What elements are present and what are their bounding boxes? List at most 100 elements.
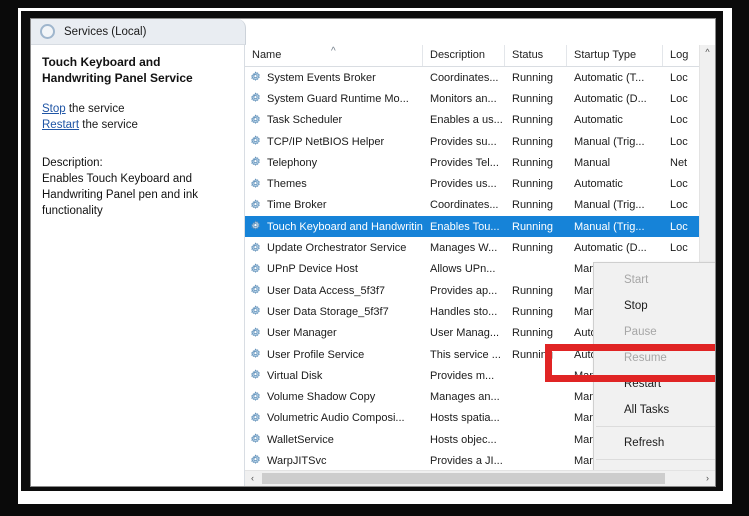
service-name-text: System Events Broker <box>267 71 376 84</box>
tab-services-local[interactable]: Services (Local) <box>31 19 246 45</box>
cell-startup-type: Manual (Trig... <box>574 135 645 148</box>
cell-name: User Profile Service <box>245 348 423 361</box>
cell-name: Touch Keyboard and Handwriting Panel Ser… <box>245 220 423 233</box>
restart-service-row: Restart the service <box>42 117 233 133</box>
cell-description: Enables Tou... <box>430 220 500 233</box>
cell-description: Hosts objec... <box>430 433 497 446</box>
cell-status: Running <box>512 156 553 169</box>
cell-description: Provides ap... <box>430 284 498 297</box>
service-gear-icon <box>249 71 262 84</box>
scroll-left-arrow-icon[interactable]: ‹ <box>245 471 260 486</box>
cell-status: Running <box>512 178 553 191</box>
stop-service-row: Stop the service <box>42 101 233 117</box>
cell-name: Themes <box>245 178 423 191</box>
cell-log-on: Loc <box>670 178 688 191</box>
cell-name: Volume Shadow Copy <box>245 391 423 404</box>
cell-name: User Data Access_5f3f7 <box>245 284 423 297</box>
menu-separator <box>596 426 715 427</box>
table-row[interactable]: TCP/IP NetBIOS Helper Provides su... Runni… <box>245 131 715 152</box>
cell-name: Telephony <box>245 156 423 169</box>
service-name-text: Themes <box>267 178 307 191</box>
service-name-text: WarpJITSvc <box>267 454 327 467</box>
service-name-text: UPnP Device Host <box>267 263 358 276</box>
cell-name: Update Orchestrator Service <box>245 242 423 255</box>
service-action-links: Stop the service Restart the service <box>42 101 233 133</box>
column-header-log-on[interactable]: Log <box>663 45 695 66</box>
context-menu-item-resume: Resume <box>594 345 715 371</box>
tab-services-local-label: Services (Local) <box>64 25 147 38</box>
context-menu-item-stop[interactable]: Stop <box>594 293 715 319</box>
cell-description: Enables a us... <box>430 114 503 127</box>
context-menu-item-label: Stop <box>624 300 648 312</box>
table-row[interactable]: Telephony Provides Tel... Running Manual Net <box>245 152 715 173</box>
table-row[interactable]: Task Scheduler Enables a us... Running Auto… <box>245 110 715 131</box>
table-row[interactable]: Update Orchestrator Service Manages W... R… <box>245 237 715 258</box>
cell-description: Hosts spatia... <box>430 412 500 425</box>
services-list-area: Name ^ Description Status Startup Type L… <box>245 45 715 470</box>
column-header-startup-type[interactable]: Startup Type <box>567 45 663 66</box>
cell-startup-type: Automatic (T... <box>574 71 645 84</box>
list-column-headers: Name ^ Description Status Startup Type L… <box>245 45 715 67</box>
cell-status: Running <box>512 71 553 84</box>
service-gear-icon <box>249 156 262 169</box>
service-name-text: Virtual Disk <box>267 369 323 382</box>
context-menu-item-label: Resume <box>624 352 667 364</box>
context-menu-item-properties[interactable]: Properties <box>594 463 715 470</box>
scroll-up-arrow-icon[interactable]: ^ <box>700 45 715 60</box>
service-gear-icon <box>249 327 262 340</box>
cell-name: WarpJITSvc <box>245 454 423 467</box>
cell-status: Running <box>512 220 553 233</box>
cell-name: User Data Storage_5f3f7 <box>245 305 423 318</box>
table-row[interactable]: System Guard Runtime Mo... Monitors an...… <box>245 88 715 109</box>
cell-description: Provides m... <box>430 369 495 382</box>
service-gear-icon <box>249 433 262 446</box>
stop-service-link[interactable]: Stop <box>42 103 66 115</box>
context-menu-item-label: Start <box>624 274 649 286</box>
context-menu-item-all-tasks[interactable]: All Tasks› <box>594 397 715 423</box>
column-header-name[interactable]: Name ^ <box>245 45 423 66</box>
cell-name: System Events Broker <box>245 71 423 84</box>
service-gear-icon <box>249 242 262 255</box>
services-list-pane: Name ^ Description Status Startup Type L… <box>245 45 715 486</box>
cell-startup-type: Automatic <box>574 114 623 127</box>
cell-status: Running <box>512 92 553 105</box>
column-header-name-label: Name <box>252 49 282 61</box>
service-gear-icon <box>249 305 262 318</box>
cell-startup-type: Automatic (D... <box>574 242 647 255</box>
context-menu-item-start: Start <box>594 267 715 293</box>
cell-description: Handles sto... <box>430 305 498 318</box>
service-name-text: Update Orchestrator Service <box>267 242 407 255</box>
cell-description: This service ... <box>430 348 501 361</box>
service-name-text: Volumetric Audio Composi... <box>267 412 405 425</box>
window-body: Touch Keyboard and Handwriting Panel Ser… <box>31 45 715 486</box>
cell-name: System Guard Runtime Mo... <box>245 92 423 105</box>
menu-separator <box>596 459 715 460</box>
table-row[interactable]: Touch Keyboard and Handwriting Panel Ser… <box>245 216 715 238</box>
horizontal-scrollbar[interactable]: ‹ › <box>245 470 715 486</box>
table-row[interactable]: Themes Provides us... Running Automatic Loc <box>245 173 715 194</box>
column-header-description[interactable]: Description <box>423 45 505 66</box>
cell-log-on: Loc <box>670 114 688 127</box>
cell-startup-type: Automatic (D... <box>574 92 647 105</box>
tab-strip: Services (Local) <box>31 19 715 45</box>
service-context-menu: Start Stop Pause Resume Restart All Tasks› Ref… <box>593 262 715 470</box>
horizontal-scrollbar-thumb[interactable] <box>262 473 665 484</box>
scroll-right-arrow-icon[interactable]: › <box>700 471 715 486</box>
description-label: Description: <box>42 157 103 169</box>
restart-service-link[interactable]: Restart <box>42 119 79 131</box>
column-header-status[interactable]: Status <box>505 45 567 66</box>
cell-status: Running <box>512 348 553 361</box>
table-row[interactable]: Time Broker Coordinates... Running Manual (… <box>245 195 715 216</box>
cell-name: Volumetric Audio Composi... <box>245 412 423 425</box>
service-gear-icon <box>249 92 262 105</box>
description-text: Enables Touch Keyboard and Handwriting P… <box>42 173 198 217</box>
cell-log-on: Loc <box>670 92 688 105</box>
service-name-text: Touch Keyboard and Handwriting Panel Ser… <box>267 220 423 233</box>
context-menu-item-label: Pause <box>624 326 657 338</box>
cell-log-on: Loc <box>670 71 688 84</box>
table-row[interactable]: System Events Broker Coordinates... Runnin… <box>245 67 715 88</box>
selected-service-title: Touch Keyboard and Handwriting Panel Ser… <box>42 55 193 85</box>
context-menu-item-refresh[interactable]: Refresh <box>594 430 715 456</box>
context-menu-item-restart[interactable]: Restart <box>594 371 715 397</box>
service-name-text: Telephony <box>267 156 318 169</box>
